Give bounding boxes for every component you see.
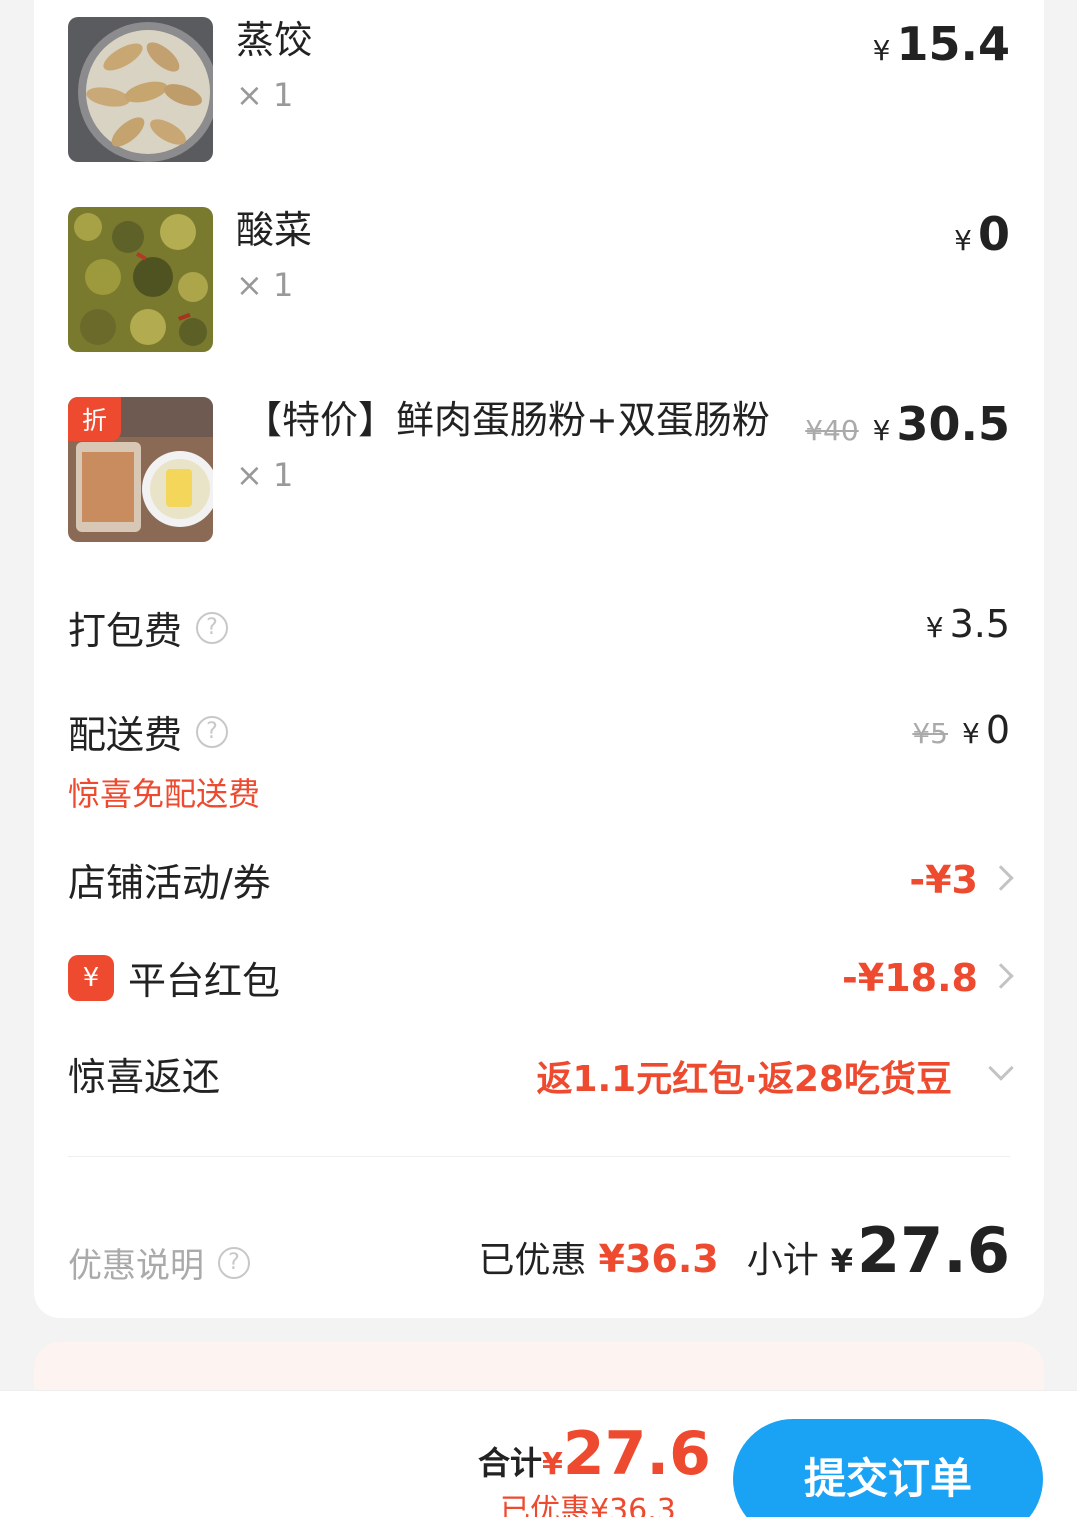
saved-label: 已优惠 — [478, 1240, 587, 1281]
item-price-value: 15.4 — [896, 17, 1011, 71]
item-price: ¥ 15.4 — [873, 17, 1010, 71]
order-total: 合计 ¥ 27.6 已优惠¥36.3 — [478, 1419, 711, 1517]
subtotal-label: 小计 — [746, 1240, 819, 1281]
platform-hongbao-value: -¥18.8 — [842, 956, 978, 1000]
hongbao-icon: ¥ — [68, 954, 114, 1001]
item-name: 酸菜 — [236, 208, 313, 252]
packing-fee-value: 3.5 — [949, 602, 1010, 646]
item-quantity: × 1 — [236, 266, 294, 304]
discount-tag: 折 — [68, 397, 121, 441]
item-price-value: 0 — [977, 207, 1010, 261]
help-icon[interactable]: ? — [196, 715, 229, 748]
submit-order-button[interactable]: 提交订单 — [733, 1419, 1043, 1517]
platform-hongbao-row[interactable]: ¥ 平台红包 -¥18.8 — [68, 950, 1014, 1005]
total-label: 合计 — [478, 1444, 543, 1482]
divider — [68, 1156, 1010, 1157]
item-name: 【特价】鲜肉蛋肠粉+双蛋肠粉 — [244, 398, 770, 442]
item-price: ¥40 ¥ 30.5 — [805, 397, 1010, 451]
delivery-fee-label: 配送费 — [68, 713, 183, 757]
chevron-down-icon — [988, 1055, 1014, 1081]
item-original-price: ¥40 — [805, 414, 859, 447]
item-quantity: × 1 — [236, 456, 294, 494]
item-price: ¥ 0 — [954, 207, 1010, 261]
currency-symbol: ¥ — [542, 1447, 563, 1482]
item-thumbnail — [68, 17, 213, 162]
item-thumbnail: 折 — [68, 397, 213, 542]
item-thumbnail — [68, 207, 213, 352]
dumpling-image — [68, 17, 213, 162]
chevron-right-icon — [988, 865, 1014, 891]
currency-symbol: ¥ — [872, 34, 891, 67]
item-price-value: 30.5 — [896, 397, 1011, 451]
surprise-return-row[interactable]: 惊喜返还 返1.1元红包·返28吃货豆 — [68, 1046, 1014, 1101]
currency-symbol: ¥ — [872, 414, 891, 447]
order-item-changfen: 折 【特价】鲜肉蛋肠粉+双蛋肠粉 × 1 ¥40 ¥ 30.5 — [68, 397, 1010, 542]
saved-value: ¥36.3 — [598, 1237, 719, 1281]
subtotal-value: 27.6 — [857, 1214, 1010, 1287]
store-coupon-value: -¥3 — [909, 858, 978, 902]
platform-hongbao-label: 平台红包 — [128, 959, 281, 1003]
currency-symbol: ¥ — [954, 224, 972, 257]
item-name: 蒸饺 — [236, 18, 313, 62]
surprise-return-value: 返1.1元红包·返28吃货豆 — [536, 1059, 952, 1100]
subtotal-summary: 已优惠 ¥36.3 小计 ¥ 27.6 — [479, 1214, 1010, 1287]
order-detail-card: 蒸饺 × 1 ¥ 15.4 酸菜 × 1 ¥ 0 折 【特价】鲜肉蛋肠粉+双蛋肠… — [34, 0, 1044, 1318]
currency-symbol: ¥ — [830, 1242, 854, 1280]
currency-symbol: ¥ — [925, 611, 944, 644]
store-coupon-row[interactable]: 店铺活动/券 -¥3 — [68, 852, 1014, 907]
order-item-suancai: 酸菜 × 1 ¥ 0 — [68, 207, 1010, 352]
free-delivery-note: 惊喜免配送费 — [68, 775, 261, 813]
delivery-fee-value: 0 — [985, 708, 1010, 752]
item-quantity: × 1 — [236, 76, 294, 114]
surprise-return-label: 惊喜返还 — [68, 1055, 221, 1099]
packing-fee-label: 打包费 — [68, 609, 183, 653]
pickled-vegetable-image — [68, 207, 213, 352]
discount-explanation-label: 优惠说明 — [68, 1246, 204, 1286]
currency-symbol: ¥ — [961, 717, 980, 750]
help-icon: ? — [218, 1246, 250, 1279]
help-icon[interactable]: ? — [196, 611, 229, 644]
order-item-zhengjiao: 蒸饺 × 1 ¥ 15.4 — [68, 17, 1010, 162]
delivery-fee-row: 配送费 ? 惊喜免配送费 ¥5 ¥ 0 — [68, 704, 1010, 815]
total-value: 27.6 — [562, 1419, 711, 1489]
store-coupon-label: 店铺活动/券 — [68, 861, 271, 905]
total-saved-text: 已优惠¥36.3 — [500, 1493, 676, 1517]
delivery-fee-original: ¥5 — [912, 717, 948, 750]
chevron-right-icon — [988, 963, 1014, 989]
discount-explanation[interactable]: 优惠说明 ? — [68, 1238, 250, 1287]
checkout-bar: 合计 ¥ 27.6 已优惠¥36.3 提交订单 — [0, 1390, 1077, 1517]
packing-fee-row: 打包费 ? ¥ 3.5 — [68, 600, 1010, 655]
